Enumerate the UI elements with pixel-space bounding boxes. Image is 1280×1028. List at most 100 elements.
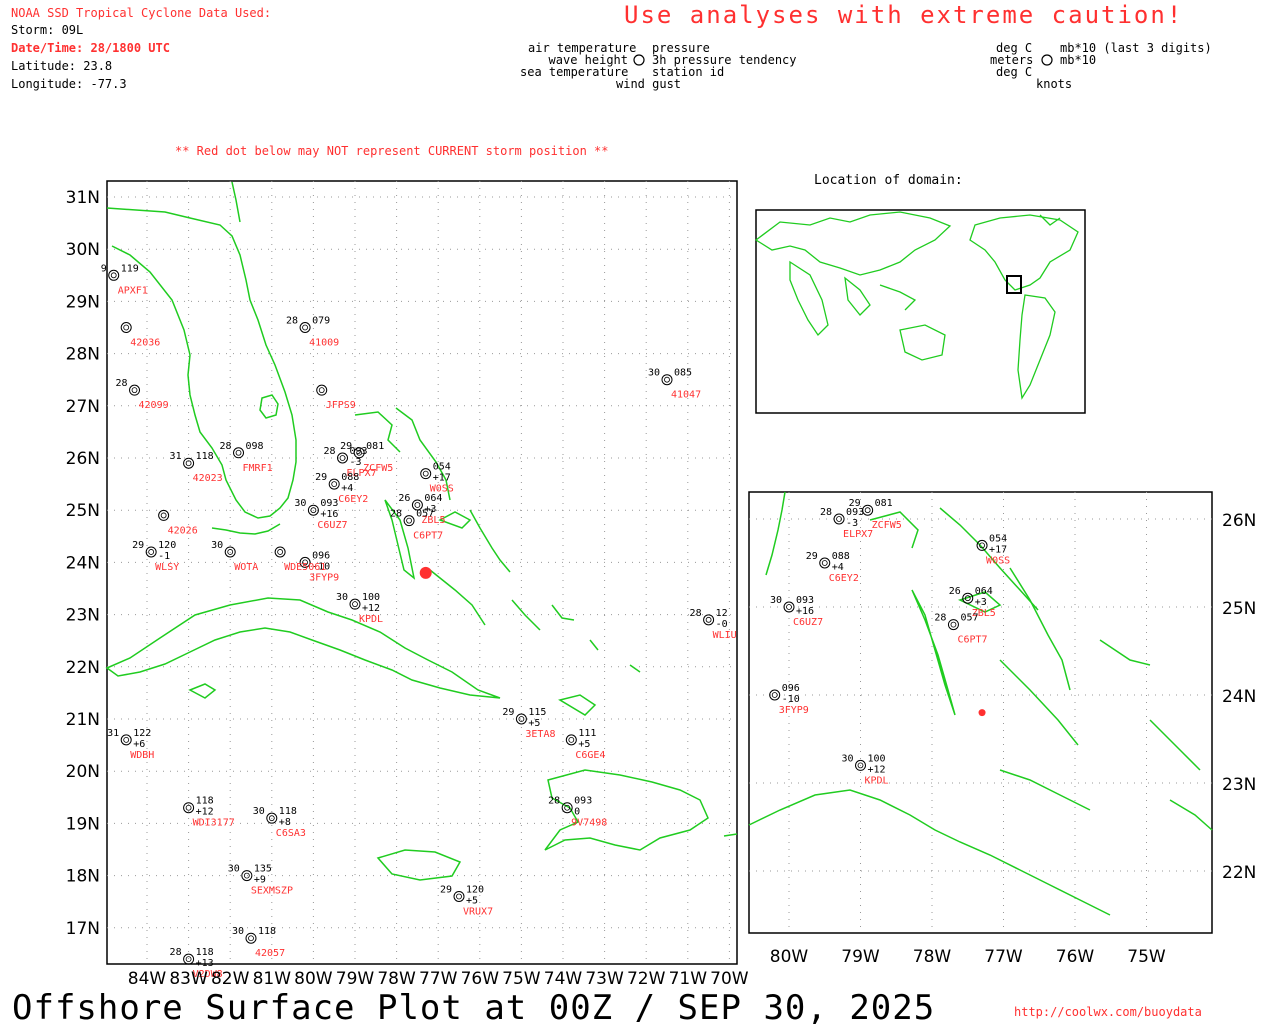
main-lon-label: 80W (294, 969, 333, 989)
station-id: APXF1 (118, 285, 148, 296)
main-lon-label: 74W (544, 969, 583, 989)
station-id: 3FYP9 (779, 705, 809, 716)
station-id: 41009 (309, 338, 339, 349)
station-pressure: 093 (796, 595, 814, 606)
station-id: 42036 (130, 338, 160, 349)
station-pressure: 064 (975, 586, 993, 597)
main-lon-label: 77W (419, 969, 458, 989)
zoom-lat-label: 24N (1222, 687, 1256, 707)
station-air-temp: 30 (648, 368, 660, 379)
storm-position-marker[interactable] (419, 566, 432, 579)
station-pressure: 118 (279, 806, 297, 817)
station-air-temp: 26 (398, 493, 410, 504)
station-tendency: +5 (528, 718, 540, 729)
station-id: C6UZ7 (317, 520, 347, 531)
main-lon-label: 84W (128, 969, 167, 989)
station-air-temp: 28 (820, 507, 832, 518)
station-air-temp: 28 (219, 441, 231, 452)
main-lat-label: 19N (66, 814, 100, 834)
station-id: WLIU (713, 630, 737, 641)
station-tendency: +17 (989, 544, 1007, 555)
zoom-map[interactable]: 30 100+12KPDL054+17W0SS26 064+3ZBL528 057C6… (748, 491, 1256, 967)
station-air-temp: 29 (132, 540, 144, 551)
station-air-temp: 30 (253, 806, 265, 817)
station-pressure: 119 (121, 263, 139, 274)
station-air-temp: 29 (849, 498, 861, 509)
station-air-temp: 30 (336, 592, 348, 603)
station-pressure: 093 (320, 498, 338, 509)
station-pressure: 118 (258, 926, 276, 937)
main-lat-label: 23N (66, 606, 100, 626)
main-lat-label: 31N (66, 188, 100, 208)
station-pressure: 100 (868, 753, 886, 764)
station-tendency: 0 (574, 807, 580, 818)
main-lon-label: 78W (377, 969, 416, 989)
station-id: 42057 (255, 948, 285, 959)
station-tendency: +4 (341, 483, 353, 494)
station-air-temp: 29 (806, 551, 818, 562)
main-lat-label: 28N (66, 345, 100, 365)
station-id: 3FYP9 (309, 572, 339, 583)
station-tendency: +5 (578, 739, 590, 750)
station-pressure: 120 (158, 540, 176, 551)
station-pressure: 088 (341, 472, 359, 483)
station-id: 9V7498 (571, 818, 607, 829)
world-inset[interactable] (754, 209, 1086, 414)
main-lon-label: 73W (585, 969, 624, 989)
main-lat-label: 25N (66, 501, 100, 521)
main-lat-label: 27N (66, 397, 100, 417)
station-tendency: +13 (196, 958, 214, 969)
zoom-lon-label: 76W (1056, 947, 1095, 967)
station-pressure: 118 (196, 796, 214, 807)
zoom-storm-position-marker[interactable] (978, 709, 986, 717)
station-air-temp: 30 (232, 926, 244, 937)
main-lon-label: 71W (669, 969, 708, 989)
station-id: WDE5061 (284, 562, 326, 573)
station-id: W0SS (986, 555, 1010, 566)
station-id: C6PT7 (957, 635, 987, 646)
station-id: WDI3177 (193, 818, 235, 829)
main-lon-label: 83W (169, 969, 208, 989)
station-air-temp: 28 (286, 316, 298, 327)
station-id: ELPX7 (843, 529, 873, 540)
station-air-temp: 28 (934, 613, 946, 624)
station-pressure: 118 (196, 451, 214, 462)
station-air-temp: 28 (390, 509, 402, 520)
station-air-temp: 26 (949, 586, 961, 597)
station-id: ZCFW5 (363, 463, 393, 474)
station-id: 42023 (193, 473, 223, 484)
main-lat-label: 21N (66, 710, 100, 730)
legend-circle-icon (633, 54, 645, 66)
main-map[interactable]: 30 0854104730 100+12KPDL28 12-0WLIU29 115+53… (66, 180, 749, 989)
station-pressure: 054 (433, 462, 451, 473)
zoom-lat-label: 25N (1222, 599, 1256, 619)
station-id: WOTA (234, 562, 258, 573)
station-air-temp: 9 (101, 263, 107, 274)
station-air-temp: 29 (502, 707, 514, 718)
main-lat-label: 18N (66, 867, 100, 887)
station-id: WDBH (130, 750, 154, 761)
station-pressure: 096 (312, 550, 330, 561)
station-air-temp: 29 (340, 441, 352, 452)
station-air-temp: 28 (170, 947, 182, 958)
zoom-lat-label: 22N (1222, 863, 1256, 883)
main-lat-label: 30N (66, 240, 100, 260)
station-pressure: 118 (196, 947, 214, 958)
station-id: 42099 (139, 400, 169, 411)
main-lon-label: 72W (627, 969, 666, 989)
station-pressure: 115 (528, 707, 546, 718)
main-lon-label: 76W (461, 969, 500, 989)
main-lon-label: 81W (253, 969, 292, 989)
station-pressure: 057 (960, 613, 978, 624)
station-pressure: 085 (674, 368, 692, 379)
station-air-temp: 28 (690, 608, 702, 619)
station-tendency: -10 (782, 694, 800, 705)
station-tendency: -1 (158, 551, 170, 562)
station-air-temp: 28 (548, 796, 560, 807)
station-id: 3ETA8 (525, 729, 555, 740)
station-air-temp: 28 (115, 378, 127, 389)
station-tendency: -3 (350, 457, 362, 468)
station-air-temp: 29 (315, 472, 327, 483)
main-lat-label: 26N (66, 449, 100, 469)
footer-url[interactable]: http://coolwx.com/buoydata (1014, 1006, 1202, 1018)
